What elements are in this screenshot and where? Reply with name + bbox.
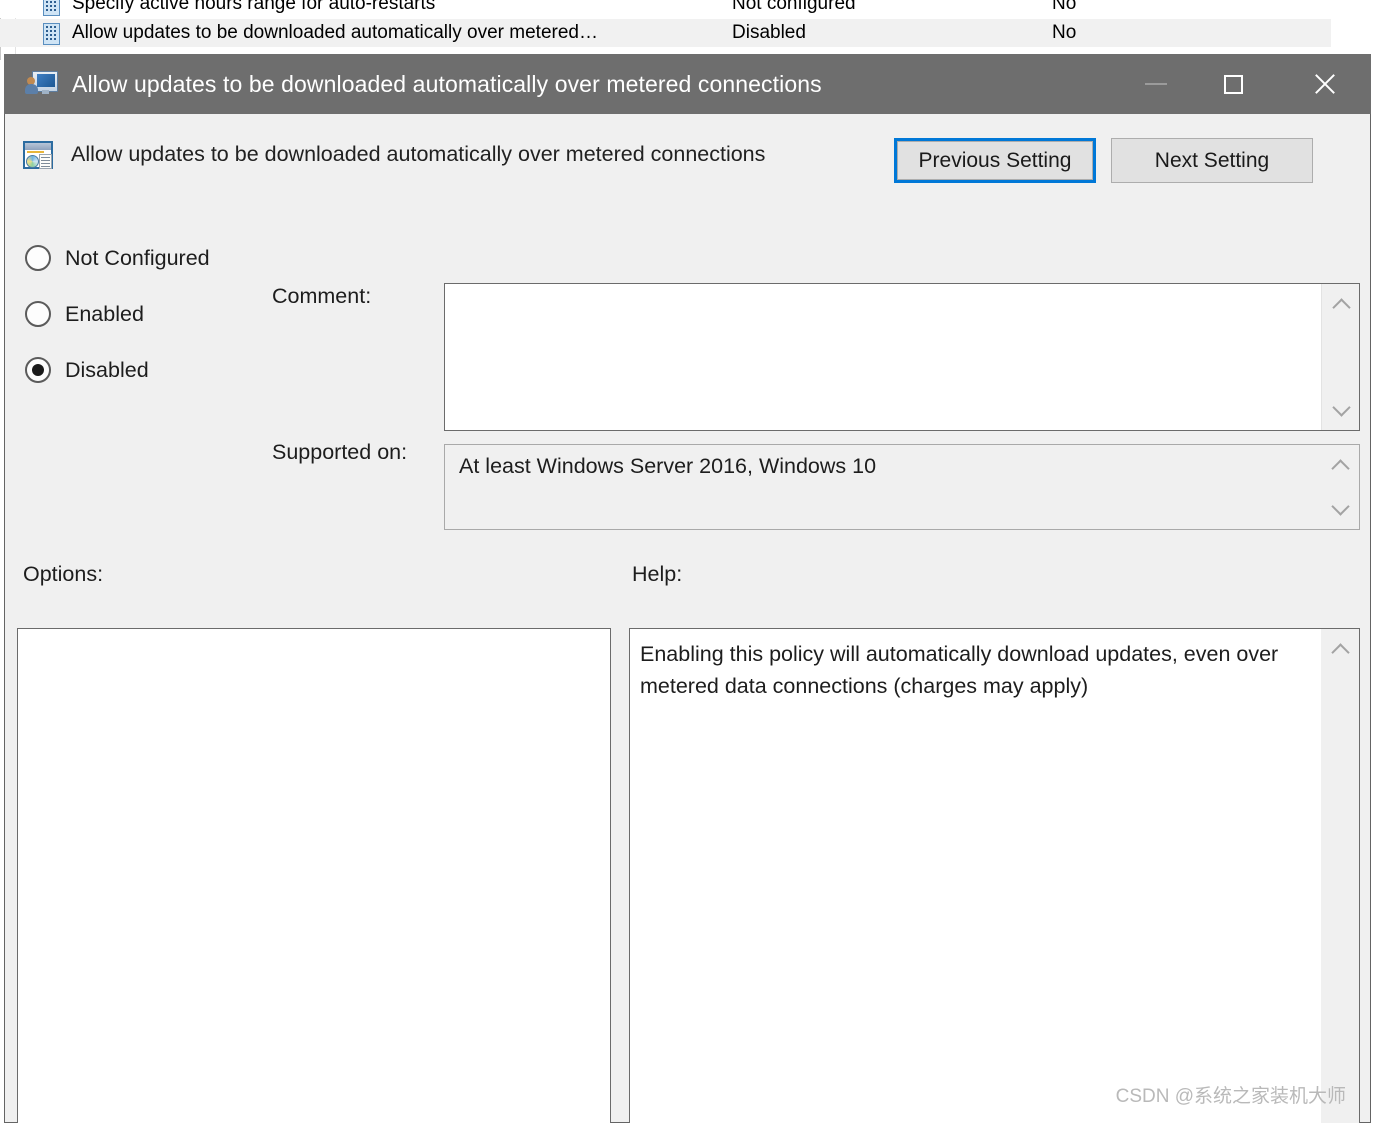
supported-on-value: At least Windows Server 2016, Windows 10 — [459, 454, 877, 478]
next-setting-button[interactable]: Next Setting — [1111, 138, 1313, 183]
policy-state-cell: Not configured — [732, 0, 856, 14]
radio-icon-selected — [25, 357, 51, 383]
radio-label: Enabled — [65, 301, 144, 326]
minimize-icon — [1145, 83, 1167, 85]
close-button[interactable] — [1279, 54, 1371, 114]
policy-name-cell: Specify active hours range for auto-rest… — [72, 0, 436, 14]
radio-label: Disabled — [65, 357, 149, 382]
chevron-down-icon[interactable] — [1322, 394, 1360, 424]
group-policy-monitor-user-icon — [25, 70, 58, 98]
policy-state-radio-group: Not Configured Enabled Disabled — [25, 230, 210, 398]
close-icon — [1312, 71, 1338, 97]
comment-scrollbar[interactable] — [1321, 284, 1359, 430]
help-scrollbar[interactable] — [1321, 629, 1359, 1123]
previous-setting-button[interactable]: Previous Setting — [894, 138, 1096, 183]
supported-on-scrollbar[interactable] — [1321, 445, 1359, 529]
group-policy-settings-list: Specify active hours range for auto-rest… — [0, 0, 1381, 60]
window-title: Allow updates to be downloaded automatic… — [72, 70, 822, 97]
radio-not-configured[interactable]: Not Configured — [25, 230, 210, 286]
policy-comment-cell: No — [1052, 22, 1077, 43]
maximize-icon — [1223, 74, 1243, 94]
help-panel: Enabling this policy will automatically … — [629, 628, 1360, 1123]
screen: Specify active hours range for auto-rest… — [0, 0, 1381, 1123]
chevron-up-icon[interactable] — [1322, 290, 1360, 320]
supported-on-field: At least Windows Server 2016, Windows 10 — [444, 444, 1360, 530]
policy-setting-icon — [40, 21, 62, 45]
policy-setting-icon — [40, 0, 62, 16]
page-title: Allow updates to be downloaded automatic… — [71, 142, 766, 166]
table-row[interactable]: Specify active hours range for auto-rest… — [0, 0, 1331, 18]
radio-icon — [25, 301, 51, 327]
minimize-button[interactable] — [1125, 54, 1187, 114]
watermark: CSDN @系统之家装机大师 — [1115, 1086, 1346, 1107]
window-controls — [1125, 54, 1371, 114]
help-label: Help: — [632, 562, 683, 586]
policy-state-cell: Disabled — [732, 22, 806, 43]
table-row[interactable]: Allow updates to be downloaded automatic… — [0, 19, 1331, 47]
dialog-header: Allow updates to be downloaded automatic… — [5, 115, 1370, 192]
maximize-button[interactable] — [1187, 54, 1279, 114]
options-panel[interactable] — [17, 628, 611, 1123]
chevron-up-icon[interactable] — [1321, 451, 1359, 481]
policy-comment-cell: No — [1052, 0, 1077, 14]
policy-setting-dialog: Allow updates to be downloaded automatic… — [4, 54, 1371, 1123]
previous-setting-label: Previous Setting — [897, 141, 1093, 180]
options-label: Options: — [23, 562, 104, 586]
comment-label: Comment: — [272, 284, 372, 308]
radio-label: Not Configured — [65, 245, 210, 270]
radio-enabled[interactable]: Enabled — [25, 286, 210, 342]
title-bar[interactable]: Allow updates to be downloaded automatic… — [4, 54, 1371, 114]
help-text: Enabling this policy will automatically … — [640, 642, 1279, 698]
supported-on-label: Supported on: — [272, 440, 408, 464]
radio-disabled[interactable]: Disabled — [25, 342, 210, 398]
policy-name-cell: Allow updates to be downloaded automatic… — [72, 22, 598, 43]
policy-setting-icon — [23, 141, 53, 169]
radio-icon — [25, 245, 51, 271]
chevron-up-icon[interactable] — [1321, 635, 1359, 665]
comment-input[interactable] — [444, 283, 1360, 431]
chevron-down-icon[interactable] — [1321, 493, 1359, 523]
